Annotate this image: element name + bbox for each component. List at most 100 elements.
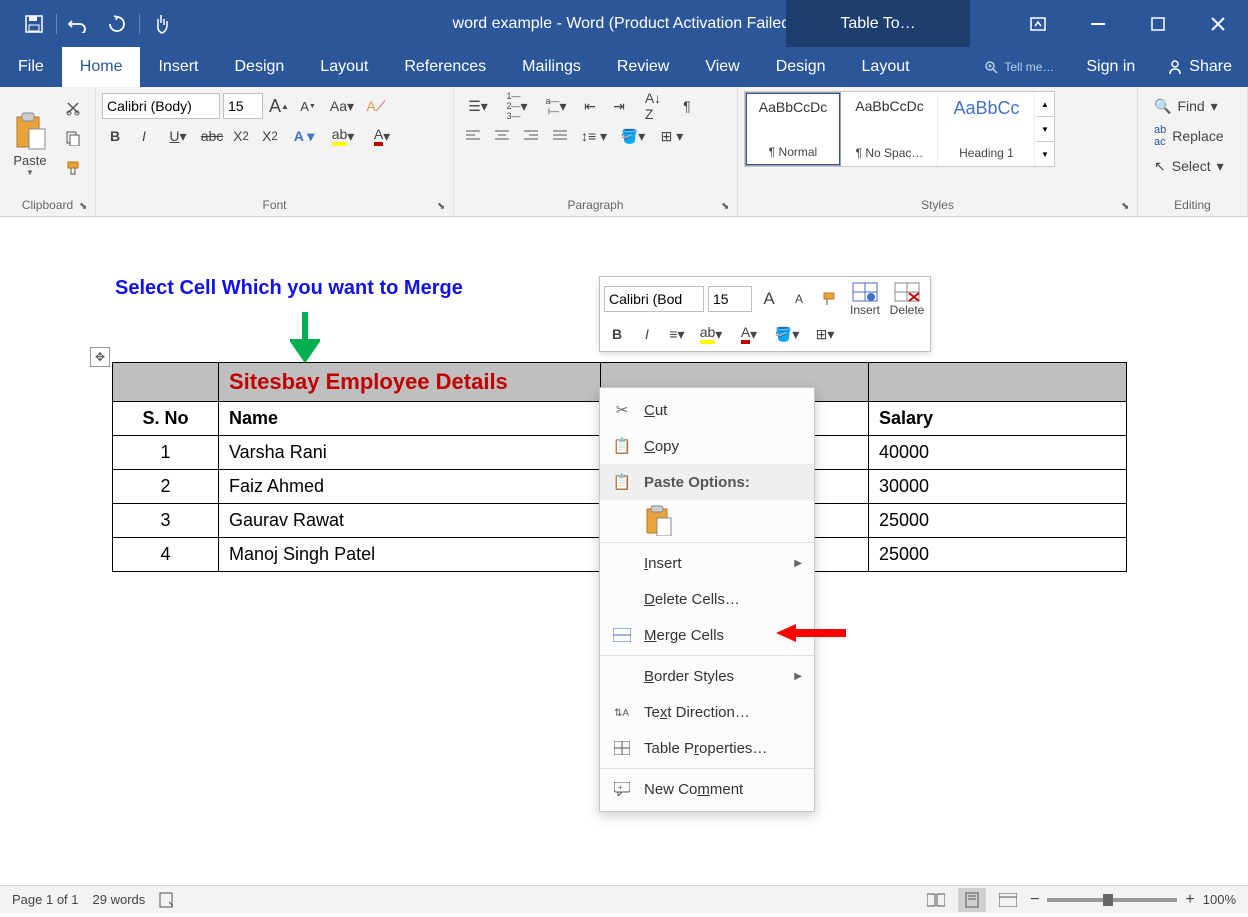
subscript-button[interactable]: X2 [228,123,254,149]
minimize-icon[interactable] [1068,0,1128,47]
ctx-insert[interactable]: Insert▶ [600,545,814,581]
mini-highlight-icon[interactable]: ab▾ [694,321,728,347]
ctx-text-direction[interactable]: ⇅AText Direction… [600,694,814,730]
tab-home[interactable]: Home [62,47,141,87]
tab-layout[interactable]: Layout [302,47,386,87]
style-heading1[interactable]: AaBbCc Heading 1 [939,92,1035,166]
style-no-spacing[interactable]: AaBbCcDc ¶ No Spac… [842,92,938,166]
col-name[interactable]: Name [219,402,601,436]
zoom-out-button[interactable]: − [1030,891,1039,909]
mini-italic-button[interactable]: I [634,321,660,347]
grow-font-icon[interactable]: A▲ [266,93,292,119]
close-icon[interactable] [1188,0,1248,47]
redo-icon[interactable] [101,10,133,38]
print-layout-icon[interactable] [958,888,986,912]
numbering-icon[interactable]: 1—2—3—▾ [499,93,535,119]
find-button[interactable]: 🔍Find ▾ [1148,93,1230,119]
save-icon[interactable] [18,10,50,38]
mini-grow-font-icon[interactable]: A [756,286,782,312]
ctx-paste-option[interactable] [600,500,814,540]
justify-icon[interactable] [547,123,573,149]
highlight-icon[interactable]: ab▾ [325,123,361,149]
change-case-icon[interactable]: Aa▾ [324,93,360,119]
cut-icon[interactable] [60,95,86,121]
line-spacing-icon[interactable]: ↕≡ ▾ [576,123,612,149]
font-size-input[interactable] [223,93,263,119]
shrink-font-icon[interactable]: A▼ [295,93,321,119]
mini-align-icon[interactable]: ≡▾ [664,321,690,347]
shading-icon[interactable]: 🪣▾ [615,123,651,149]
mini-font-name[interactable] [604,286,704,312]
mini-insert-button[interactable]: Insert [846,281,884,317]
mini-shading-icon[interactable]: 🪣▾ [770,321,804,347]
col-salary[interactable]: Salary [869,402,1127,436]
tab-insert[interactable]: Insert [140,47,216,87]
zoom-in-button[interactable]: + [1185,891,1194,909]
share-button[interactable]: Share [1151,47,1248,87]
font-dialog-launcher[interactable]: ⬊ [437,201,449,213]
styles-dialog-launcher[interactable]: ⬊ [1121,201,1133,213]
ctx-cut[interactable]: ✂Cut [600,392,814,428]
increase-indent-icon[interactable]: ⇥ [606,93,632,119]
decrease-indent-icon[interactable]: ⇤ [577,93,603,119]
replace-button[interactable]: abacReplace [1148,123,1230,149]
ctx-table-properties[interactable]: Table Properties… [600,730,814,766]
ctx-new-comment[interactable]: +New Comment [600,771,814,807]
table-tools-tab[interactable]: Table To… [786,0,970,47]
clipboard-dialog-launcher[interactable]: ⬊ [79,201,91,213]
table-title[interactable]: Sitesbay Employee Details [219,363,601,402]
bold-button[interactable]: B [102,123,128,149]
sign-in[interactable]: Sign in [1070,47,1151,87]
italic-button[interactable]: I [131,123,157,149]
mini-delete-button[interactable]: Delete [888,281,926,317]
style-normal[interactable]: AaBbCcDc ¶ Normal [745,92,841,166]
touch-mode-icon[interactable] [146,10,178,38]
bullets-icon[interactable]: ☰▾ [460,93,496,119]
read-mode-icon[interactable] [922,888,950,912]
align-right-icon[interactable] [518,123,544,149]
show-marks-icon[interactable]: ¶ [674,93,700,119]
styles-gallery[interactable]: AaBbCcDc ¶ Normal AaBbCcDc ¶ No Spac… Aa… [744,91,1055,167]
superscript-button[interactable]: X2 [257,123,283,149]
font-color-icon[interactable]: A ▾ [364,123,400,149]
ctx-border-styles[interactable]: Border Styles▶ [600,658,814,694]
paragraph-dialog-launcher[interactable]: ⬊ [721,201,733,213]
undo-icon[interactable] [63,10,95,38]
ctx-copy[interactable]: 📋Copy [600,428,814,464]
word-count[interactable]: 29 words [93,892,146,907]
strikethrough-button[interactable]: abc [199,123,225,149]
styles-more-icon[interactable]: ▲ ▼ ▼ [1036,92,1054,166]
tab-mailings[interactable]: Mailings [504,47,599,87]
proofing-icon[interactable] [159,892,177,908]
tab-table-layout[interactable]: Layout [844,47,928,87]
underline-button[interactable]: U ▾ [160,123,196,149]
web-layout-icon[interactable] [994,888,1022,912]
tab-view[interactable]: View [687,47,757,87]
col-sno[interactable]: S. No [113,402,219,436]
mini-format-painter-icon[interactable] [816,286,842,312]
clear-format-icon[interactable]: A⟋ [363,93,389,119]
tab-design[interactable]: Design [216,47,302,87]
multilevel-icon[interactable]: a— i—▾ [538,93,574,119]
tab-references[interactable]: References [386,47,504,87]
mini-font-size[interactable] [708,286,752,312]
tab-review[interactable]: Review [599,47,687,87]
tell-me[interactable]: Tell me… [968,47,1070,87]
font-name-input[interactable] [102,93,220,119]
zoom-level[interactable]: 100% [1203,892,1236,907]
sort-icon[interactable]: A↓Z [635,93,671,119]
maximize-icon[interactable] [1128,0,1188,47]
tab-table-design[interactable]: Design [758,47,844,87]
page-status[interactable]: Page 1 of 1 [12,892,79,907]
align-center-icon[interactable] [489,123,515,149]
select-button[interactable]: ↖Select ▾ [1148,153,1230,179]
copy-icon[interactable] [60,125,86,151]
text-effects-icon[interactable]: A ▾ [286,123,322,149]
borders-icon[interactable]: ⊞ ▾ [654,123,690,149]
format-painter-icon[interactable] [60,155,86,181]
mini-borders-icon[interactable]: ⊞▾ [808,321,842,347]
zoom-slider[interactable] [1047,898,1177,902]
paste-button[interactable]: Paste ▼ [6,91,54,196]
ctx-delete-cells[interactable]: Delete Cells… [600,581,814,617]
align-left-icon[interactable] [460,123,486,149]
